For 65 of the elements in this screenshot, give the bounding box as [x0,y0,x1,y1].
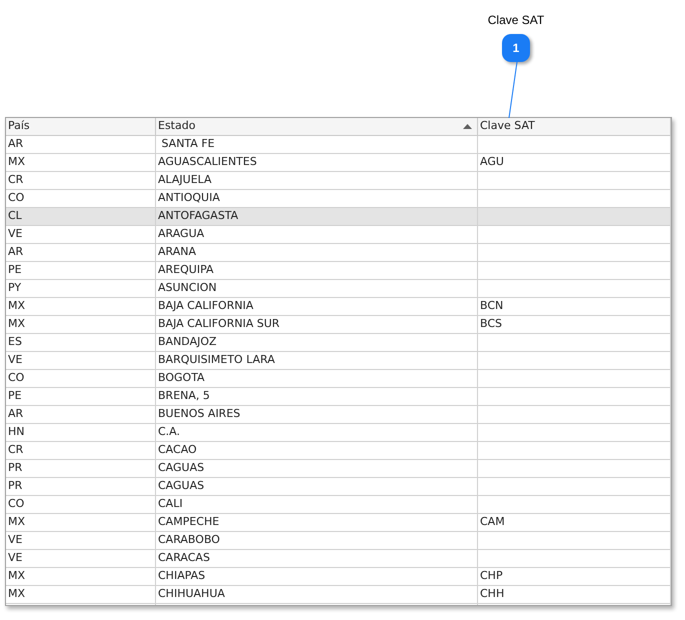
table-cell: CHIAPAS [156,568,478,585]
column-header[interactable]: Clave SAT [478,118,671,135]
table-cell: BOGOTA [156,370,478,387]
table-cell: ALAJUELA [156,172,478,189]
table-cell: BUENOS AIRES [156,406,478,423]
table-cell: BCN [478,298,671,315]
table-cell: BRENA, 5 [156,388,478,405]
table-cell: PR [6,460,156,477]
table-cell: CO [6,370,156,387]
table-cell: AGU [478,154,671,171]
table-cell: PY [6,280,156,297]
table-cell: CL [6,208,156,225]
table-cell: VE [6,550,156,567]
table-cell: CARACAS [156,550,478,567]
table-cell: CAM [478,514,671,531]
table-cell: MX [6,154,156,171]
table-cell: AGUASCALIENTES [156,154,478,171]
table-cell: ARANA [156,244,478,261]
table-cell: ARAGUA [156,226,478,243]
table-cell: PE [6,388,156,405]
table-cell: CO [6,496,156,513]
table-cell: VE [6,352,156,369]
table-cell: AREQUIPA [156,262,478,279]
table-cell: CAGUAS [156,478,478,495]
table-cell: BAJA CALIFORNIA SUR [156,316,478,333]
table-cell: AR [6,136,156,153]
table-cell: AR [6,244,156,261]
table-cell: MX [6,316,156,333]
table-cell: CHIHUAHUA [156,586,478,603]
table-cell: BAJA CALIFORNIA [156,298,478,315]
column-header[interactable]: País [6,118,156,135]
table-cell: BANDAJOZ [156,334,478,351]
sort-ascending-icon [463,124,472,129]
table-cell: PE [6,262,156,279]
table-cell: CR [6,442,156,459]
table-cell: PR [6,478,156,495]
table-cell: VE [6,226,156,243]
table-cell: MX [6,298,156,315]
table-cell: CAGUAS [156,460,478,477]
table-cell: CAMPECHE [156,514,478,531]
table-cell: CO [6,190,156,207]
table-cell: VE [6,532,156,549]
table-cell: MX [6,514,156,531]
table-cell: MX [6,568,156,585]
table-cell: CHP [478,568,671,585]
table-cell: CHH [478,586,671,603]
callout-label: Clave SAT [486,12,546,29]
table-cell: ANTOFAGASTA [156,208,478,225]
table-cell: CALI [156,496,478,513]
table-cell: C.A. [156,424,478,441]
table-cell: ANTIOQUIA [156,190,478,207]
table-cell: ES [6,334,156,351]
table-cell: BCS [478,316,671,333]
table-cell: CR [6,172,156,189]
table-cell: ASUNCION [156,280,478,297]
table-cell: AR [6,406,156,423]
callout-badge: 1 [502,34,530,62]
table-cell: CACAO [156,442,478,459]
table-cell: CARABOBO [156,532,478,549]
column-header[interactable]: Estado [156,118,478,135]
table-cell: MX [6,586,156,603]
table-cell: SANTA FE [156,136,478,153]
table-cell: BARQUISIMETO LARA [156,352,478,369]
leader-line [508,62,518,118]
table-cell: HN [6,424,156,441]
